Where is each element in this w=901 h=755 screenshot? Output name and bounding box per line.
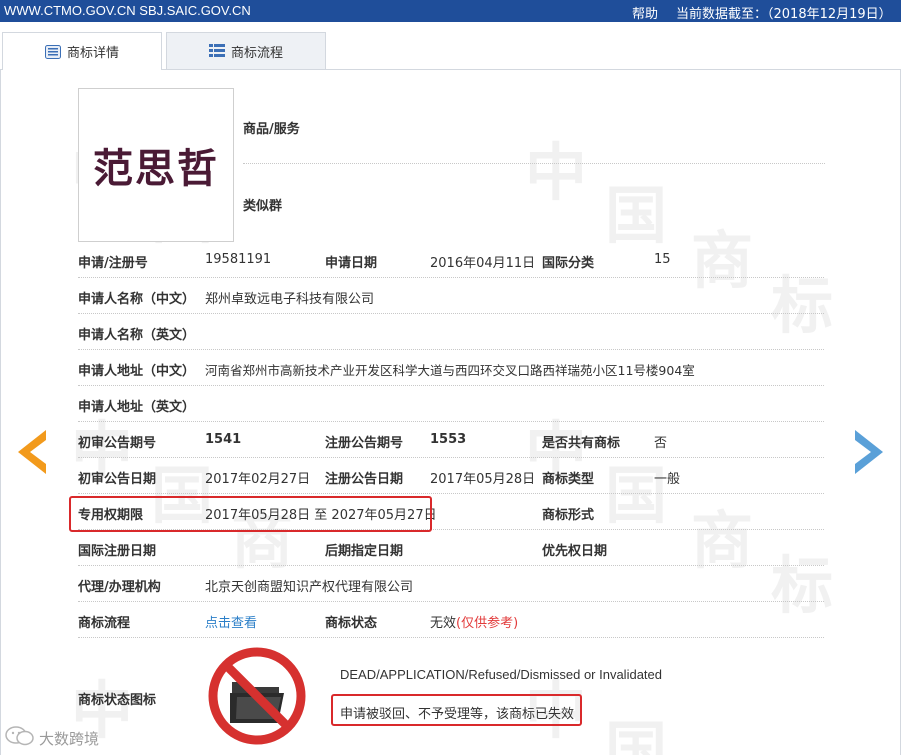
app-date-label: 申请日期	[325, 256, 378, 271]
no-folder-icon	[207, 644, 307, 748]
list-detail-icon	[44, 44, 61, 59]
reg-no-value: 19581191	[205, 252, 272, 267]
address-cn-value: 河南省郑州市高新技术产业开发区科学大道与西四环交叉口路西祥瑞苑小区11号楼904…	[205, 363, 695, 378]
applicant-cn-value: 郑州卓致远电子科技有限公司	[205, 292, 375, 307]
prelim-issue-value: 1541	[205, 432, 242, 447]
detail-row: 国际注册日期 后期指定日期 优先权日期	[78, 530, 824, 566]
list-grid-icon	[208, 44, 225, 58]
site-urls: WWW.CTMO.GOV.CN SBJ.SAIC.GOV.CN	[4, 3, 251, 18]
tm-type-label: 商标类型	[542, 472, 595, 487]
app-date-value: 2016年04月11日	[430, 256, 536, 271]
tab-trademark-process[interactable]: 商标流程	[166, 32, 326, 70]
intl-class-value: 15	[654, 252, 671, 267]
detail-row: 申请/注册号 19581191 申请日期 2016年04月11日 国际分类 15	[78, 242, 824, 278]
status-value: 无效(仅供参考)	[430, 612, 518, 631]
detail-row: 申请人地址（中文） 河南省郑州市高新技术产业开发区科学大道与西四环交叉口路西祥瑞…	[78, 350, 824, 386]
divider	[243, 163, 825, 164]
status-icon-label: 商标状态图标	[78, 693, 157, 708]
detail-row: 申请人名称（英文）	[78, 314, 824, 350]
exclusive-highlight-box	[69, 496, 432, 532]
address-cn-label: 申请人地址（中文）	[78, 364, 196, 379]
tm-form-label: 商标形式	[542, 508, 595, 523]
footer-watermark-text: 大数跨境	[39, 729, 100, 748]
similar-group-label: 类似群	[243, 199, 283, 214]
footer-watermark: 大数跨境	[5, 726, 99, 750]
trademark-detail-panel: 中 国 商 标 中 国 中 国 商 标 中 国 商 中 国 中 范思哲 商品/服…	[0, 70, 901, 755]
priority-date-label: 优先权日期	[542, 544, 608, 559]
prelim-issue-label: 初审公告期号	[78, 436, 157, 451]
status-highlight-box	[331, 694, 582, 726]
tab-bar: 商标详情 商标流程	[0, 22, 901, 71]
shared-value: 否	[654, 436, 668, 451]
reg-date-label: 注册公告日期	[325, 472, 404, 487]
detail-row: 初审公告期号 1541 注册公告期号 1553 是否共有商标 否	[78, 422, 824, 458]
detail-row: 商标流程 点击查看 商标状态 无效(仅供参考)	[78, 602, 824, 638]
process-label: 商标流程	[78, 616, 131, 631]
applicant-cn-label: 申请人名称（中文）	[78, 292, 196, 307]
tab-label: 商标详情	[66, 46, 119, 61]
intl-class-label: 国际分类	[542, 256, 595, 271]
agency-label: 代理/办理机构	[78, 580, 161, 595]
tm-type-value: 一般	[654, 472, 681, 487]
next-arrow-icon[interactable]	[853, 430, 883, 474]
detail-row: 申请人名称（中文） 郑州卓致远电子科技有限公司	[78, 278, 824, 314]
status-note: (仅供参考)	[456, 616, 519, 631]
process-view-link[interactable]: 点击查看	[205, 612, 257, 631]
detail-row: 初审公告日期 2017年02月27日 注册公告日期 2017年05月28日 商标…	[78, 458, 824, 494]
tab-label: 商标流程	[230, 45, 283, 61]
trademark-image: 范思哲	[78, 88, 234, 242]
watermark-char: 中	[525, 136, 588, 209]
reg-issue-value: 1553	[430, 432, 467, 447]
reg-no-label: 申请/注册号	[78, 256, 148, 271]
applicant-en-label: 申请人名称（英文）	[78, 328, 196, 343]
prelim-date-value: 2017年02月27日	[205, 472, 311, 487]
prev-arrow-icon[interactable]	[18, 430, 48, 474]
top-bar: WWW.CTMO.GOV.CN SBJ.SAIC.GOV.CN 帮助 当前数据截…	[0, 0, 901, 22]
reg-date-value: 2017年05月28日	[430, 472, 536, 487]
detail-row: 代理/办理机构 北京天创商盟知识产权代理有限公司	[78, 566, 824, 602]
tab-trademark-detail[interactable]: 商标详情	[2, 32, 162, 71]
shared-label: 是否共有商标	[542, 436, 621, 451]
address-en-label: 申请人地址（英文）	[78, 400, 196, 415]
wechat-icon	[5, 726, 35, 750]
status-text: 无效	[430, 616, 457, 631]
intl-reg-date-label: 国际注册日期	[78, 544, 157, 559]
goods-services-label: 商品/服务	[243, 122, 300, 137]
later-date-label: 后期指定日期	[325, 544, 404, 559]
agency-value: 北京天创商盟知识产权代理有限公司	[205, 580, 414, 595]
watermark-char: 国	[605, 714, 668, 755]
data-date: 当前数据截至：（2018年12月19日）	[676, 7, 892, 22]
help-link[interactable]: 帮助	[632, 3, 658, 22]
prelim-date-label: 初审公告日期	[78, 472, 157, 487]
reg-issue-label: 注册公告期号	[325, 436, 404, 451]
status-label: 商标状态	[325, 616, 378, 631]
status-en-text: DEAD/APPLICATION/Refused/Dismissed or In…	[340, 667, 662, 682]
detail-row: 申请人地址（英文）	[78, 386, 824, 422]
trademark-image-text: 范思哲	[93, 145, 219, 192]
